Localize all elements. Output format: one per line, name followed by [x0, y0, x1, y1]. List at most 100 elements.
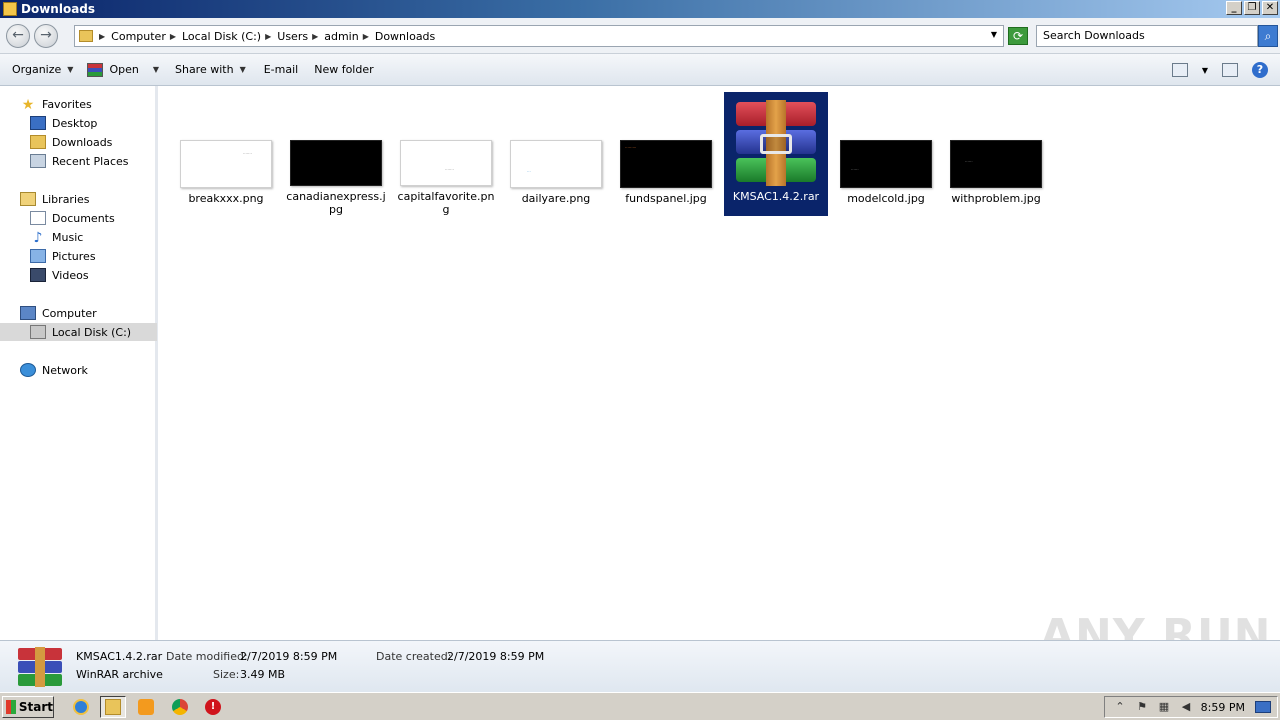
close-button[interactable]: ✕	[1262, 1, 1278, 15]
file-item[interactable]: ······ modelcold.jpg	[834, 92, 938, 216]
chevron-down-icon: ▼	[67, 65, 74, 74]
file-item[interactable]: ······· breakxxx.png	[174, 92, 278, 216]
search-input[interactable]: Search Downloads	[1036, 25, 1258, 47]
media-player-icon	[138, 699, 154, 715]
folder-icon	[105, 699, 121, 715]
image-thumbnail: ······	[840, 140, 932, 188]
nav-computer[interactable]: Computer	[20, 304, 97, 322]
file-item[interactable]: ······ withproblem.jpg	[944, 92, 1048, 216]
recent-places-icon	[30, 154, 46, 168]
image-thumbnail: ·······	[180, 140, 272, 188]
breadcrumb-computer[interactable]: Computer ▶	[111, 30, 176, 43]
details-file-name: KMSAC1.4.2.rar	[76, 650, 163, 663]
window-controls: _ ❐ ✕	[1226, 1, 1278, 15]
breadcrumb-local-disk[interactable]: Local Disk (C:) ▶	[182, 30, 271, 43]
folder-icon	[79, 30, 93, 42]
search-icon[interactable]: ⌕	[1258, 25, 1278, 47]
address-bar[interactable]: ▶ Computer ▶ Local Disk (C:) ▶ Users ▶ admi…	[74, 25, 1004, 47]
details-modified-value: 2/7/2019 8:59 PM	[240, 650, 338, 663]
music-note-icon: ♪	[33, 230, 43, 246]
nav-local-disk[interactable]: Local Disk (C:)	[0, 323, 157, 341]
network-icon	[20, 363, 36, 377]
downloads-folder-icon	[30, 135, 46, 149]
image-thumbnail: ·········	[620, 140, 712, 188]
share-with-button[interactable]: Share with ▼	[175, 63, 246, 76]
hard-disk-icon	[30, 325, 46, 339]
clock[interactable]: 8:59 PM	[1201, 701, 1245, 714]
preview-pane-icon[interactable]	[1222, 63, 1238, 77]
chevron-down-icon[interactable]: ▼	[991, 30, 997, 39]
file-item[interactable]: canadianexpress.jpg	[284, 92, 388, 216]
taskbar-stop-app[interactable]: !	[200, 696, 226, 718]
change-view-icon[interactable]	[1171, 63, 1188, 77]
command-bar: Organize ▼ Open ▼ Share with ▼ E-mail New …	[0, 54, 1280, 86]
system-tray: ⌃ ⚑ ▦ ◀ 8:59 PM	[1104, 696, 1278, 718]
details-modified-label: Date modified:	[166, 650, 248, 663]
forward-button[interactable]: →	[34, 24, 58, 48]
file-item[interactable]: ··· dailyare.png	[504, 92, 608, 216]
nav-libraries[interactable]: Libraries	[20, 190, 90, 208]
details-size-value: 3.49 MB	[240, 668, 286, 681]
chevron-down-icon[interactable]: ▼	[1202, 66, 1208, 75]
videos-icon	[30, 268, 46, 282]
breadcrumb-admin[interactable]: admin ▶	[324, 30, 369, 43]
file-item[interactable]: ········· fundspanel.jpg	[614, 92, 718, 216]
file-item-selected[interactable]: KMSAC1.4.2.rar	[724, 92, 828, 216]
breadcrumb-users[interactable]: Users ▶	[277, 30, 318, 43]
nav-downloads[interactable]: Downloads	[30, 133, 112, 151]
file-view[interactable]: ······· breakxxx.png canadianexpress.jpg…	[161, 86, 1280, 640]
breadcrumb-downloads[interactable]: Downloads	[375, 30, 435, 43]
stop-icon: !	[205, 699, 221, 715]
nav-videos[interactable]: Videos	[30, 266, 89, 284]
open-button[interactable]: Open ▼	[87, 62, 159, 77]
taskbar-internet-explorer[interactable]	[68, 696, 94, 718]
nav-favorites[interactable]: ★ Favorites	[20, 95, 92, 113]
help-icon[interactable]: ?	[1252, 62, 1268, 78]
nav-desktop[interactable]: Desktop	[30, 114, 97, 132]
folder-icon	[3, 2, 17, 16]
flag-icon[interactable]: ⚑	[1135, 700, 1149, 714]
image-thumbnail: ······	[950, 140, 1042, 188]
image-thumbnail: ·······	[400, 140, 492, 186]
chevron-down-icon: ▼	[239, 65, 246, 74]
back-button[interactable]: ←	[6, 24, 30, 48]
documents-icon	[30, 211, 46, 225]
start-button[interactable]: Start	[2, 695, 54, 718]
new-folder-button[interactable]: New folder	[314, 63, 373, 76]
chevron-down-icon[interactable]: ▼	[153, 65, 159, 74]
network-tray-icon[interactable]: ▦	[1157, 700, 1171, 714]
windows-logo-icon	[6, 699, 16, 714]
volume-icon[interactable]: ◀	[1179, 700, 1193, 714]
taskbar-media-player[interactable]	[133, 696, 159, 718]
file-item[interactable]: ······· capitalfavorite.png	[394, 92, 498, 216]
taskbar-explorer[interactable]	[100, 696, 126, 718]
image-thumbnail	[290, 140, 382, 186]
address-row: ← → ▶ Computer ▶ Local Disk (C:) ▶ Users ▶ …	[0, 18, 1280, 54]
email-button[interactable]: E-mail	[264, 63, 299, 76]
chrome-icon	[172, 699, 188, 715]
nav-recent-places[interactable]: Recent Places	[30, 152, 129, 170]
nav-pictures[interactable]: Pictures	[30, 247, 96, 265]
breadcrumb-root-arrow[interactable]: ▶	[99, 32, 105, 41]
details-file-type: WinRAR archive	[76, 668, 163, 681]
pictures-icon	[30, 249, 46, 263]
restore-button[interactable]: ❐	[1244, 1, 1260, 15]
libraries-icon	[20, 192, 36, 206]
organize-button[interactable]: Organize ▼	[12, 63, 73, 76]
winrar-archive-icon	[730, 100, 822, 186]
taskbar-chrome[interactable]	[167, 696, 193, 718]
nav-documents[interactable]: Documents	[30, 209, 115, 227]
desktop-icon	[30, 116, 46, 130]
details-pane: KMSAC1.4.2.rar Date modified: 2/7/2019 8…	[0, 640, 1280, 692]
show-hidden-icons[interactable]: ⌃	[1113, 700, 1127, 714]
window-title: Downloads	[21, 2, 96, 16]
details-created-value: 2/7/2019 8:59 PM	[447, 650, 545, 663]
nav-music[interactable]: ♪ Music	[30, 228, 84, 246]
nav-network[interactable]: Network	[20, 361, 88, 379]
internet-explorer-icon	[73, 699, 89, 715]
computer-icon	[20, 306, 36, 320]
minimize-button[interactable]: _	[1226, 1, 1242, 15]
show-desktop-icon[interactable]	[1255, 701, 1271, 713]
winrar-archive-icon	[18, 647, 62, 687]
refresh-icon[interactable]: ⟳	[1008, 27, 1028, 45]
